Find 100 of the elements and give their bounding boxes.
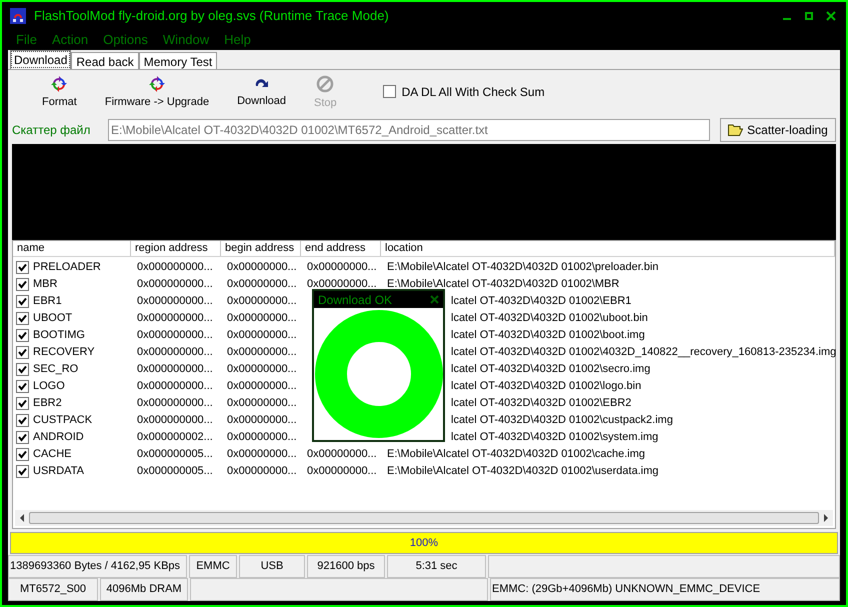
checkbox[interactable]: [16, 278, 29, 291]
column-header[interactable]: location: [381, 241, 835, 256]
column-header[interactable]: region address: [131, 241, 221, 256]
table-cell-text: 0x000000002...: [136, 430, 214, 446]
checkbox[interactable]: [16, 465, 29, 478]
table-cell-text: 0x00000000...: [226, 396, 298, 412]
menu-item[interactable]: Window: [162, 30, 210, 50]
tab[interactable]: Memory Test: [138, 52, 218, 69]
status-field: 1389693360 Bytes / 4162,95 KBps: [8, 555, 187, 578]
table-cell-text: 0x000000005...: [136, 447, 214, 462]
close-icon[interactable]: [824, 9, 838, 23]
app-icon: [10, 8, 26, 24]
table-cell-text: 0x00000000...: [226, 345, 298, 360]
window-title: FlashToolMod fly-droid.org by oleg.svs (Runtime Trace Mode): [34, 7, 390, 26]
table-cell-text: 0x00000000...: [226, 311, 298, 326]
dialog-title: Download OK: [318, 292, 392, 308]
table-cell: lcatel OT-4032D\4032D 01002\EBR1: [451, 295, 632, 308]
table-cell-text: 0x000000000...: [136, 345, 214, 360]
partition-name: USRDATA: [33, 464, 84, 480]
table-cell: lcatel OT-4032D\4032D 01002\logo.bin: [451, 380, 642, 392]
checkbox[interactable]: [16, 414, 29, 427]
table-cell-text: 0x00000000...: [306, 464, 378, 480]
status-field: MT6572_S00: [8, 578, 98, 601]
arrows-cycle-icon: [51, 76, 68, 92]
toolbar-button[interactable]: Firmware -> Upgrade: [90, 76, 224, 110]
checkbox[interactable]: [16, 397, 29, 410]
checkbox[interactable]: [16, 346, 29, 359]
status-field: USB: [239, 555, 305, 578]
table-cell: E:\Mobile\Alcatel OT-4032D\4032D 01002\preloader.bin: [387, 261, 659, 274]
table-cell-text: 0x00000000...: [226, 260, 298, 276]
table-cell-text: 0x00000000...: [306, 447, 378, 462]
partition-name: CACHE: [33, 447, 72, 462]
table-cell-text: 0x00000000...: [306, 260, 378, 276]
table-cell-text: 0x000000005...: [136, 464, 214, 480]
table-cell: E:\Mobile\Alcatel OT-4032D\4032D 01002\cache.img: [387, 448, 646, 460]
menu-item[interactable]: File: [16, 30, 37, 50]
table-cell-text: 0x00000000...: [226, 464, 298, 480]
checkbox[interactable]: [16, 329, 29, 342]
partition-name: LOGO: [33, 379, 65, 394]
tab[interactable]: Read back: [71, 52, 139, 69]
menu-item[interactable]: Action: [52, 30, 88, 50]
table-cell-text: 0x00000000...: [226, 277, 298, 292]
scatter-loading-button[interactable]: Scatter-loading: [720, 118, 836, 142]
partition-name: BOOTIMG: [33, 328, 85, 344]
table-cell: lcatel OT-4032D\4032D 01002\uboot.bin: [451, 312, 648, 324]
maximize-button[interactable]: [802, 9, 816, 23]
table-cell-text: 0x000000000...: [136, 413, 214, 428]
tab[interactable]: Download: [10, 50, 72, 69]
checkbox[interactable]: [16, 295, 29, 308]
table-cell-text: 0x00000000...: [226, 362, 298, 378]
toolbar-button[interactable]: Download: [223, 76, 300, 110]
menu-item[interactable]: Help: [224, 30, 251, 50]
table-cell-text: 0x000000000...: [136, 396, 214, 412]
table-cell-text: 0x000000000...: [136, 362, 214, 378]
checkbox[interactable]: [382, 85, 396, 98]
toolbar-button[interactable]: Format: [28, 76, 91, 110]
checkbox[interactable]: [16, 363, 29, 376]
column-header[interactable]: end address: [301, 241, 381, 256]
status-field: 4096Mb DRAM: [100, 578, 188, 601]
table-cell-text: 0x00000000...: [306, 277, 378, 292]
table-cell-text: 0x000000000...: [136, 311, 214, 326]
table-cell-text: 0x00000000...: [226, 430, 298, 446]
partition-name: PRELOADER: [33, 260, 101, 276]
partition-name: UBOOT: [33, 311, 72, 326]
table-cell-text: 0x00000000...: [226, 294, 298, 310]
status-field: EMMC: [189, 555, 237, 578]
partition-name: CUSTPACK: [33, 413, 92, 428]
scrollbar-thumb[interactable]: [29, 512, 819, 524]
column-header[interactable]: name: [13, 241, 131, 256]
menu-item[interactable]: Options: [103, 30, 148, 50]
table-cell: lcatel OT-4032D\4032D 01002\4032D_140822__recovery_160813-235234.img: [451, 346, 836, 358]
checkbox[interactable]: [16, 448, 29, 461]
arrows-cycle-icon: [148, 76, 165, 92]
checkbox[interactable]: [16, 380, 29, 393]
table-cell-text: 0x00000000...: [226, 379, 298, 394]
checkbox-label: DA DL All With Check Sum: [402, 84, 545, 100]
checkbox[interactable]: [16, 312, 29, 325]
table-cell: lcatel OT-4032D\4032D 01002\boot.img: [451, 329, 645, 342]
status-field: 921600 bps: [307, 555, 385, 578]
table-cell: E:\Mobile\Alcatel OT-4032D\4032D 01002\MBR: [387, 278, 620, 290]
table-cell: lcatel OT-4032D\4032D 01002\system.img: [451, 431, 658, 444]
partition-name: MBR: [33, 277, 58, 292]
table-cell-text: 0x000000000...: [136, 294, 214, 310]
table-cell-text: 0x000000000...: [136, 328, 214, 344]
table-cell-text: 0x00000000...: [226, 413, 298, 428]
table-cell-text: 0x00000000...: [226, 328, 298, 344]
table-cell-text: 0x000000000...: [136, 379, 214, 394]
status-field: 5:31 sec: [387, 555, 486, 578]
table-cell: lcatel OT-4032D\4032D 01002\custpack2.img: [451, 414, 673, 426]
column-header[interactable]: begin address: [221, 241, 301, 256]
partition-name: SEC_RO: [33, 362, 78, 378]
checkbox[interactable]: [16, 431, 29, 444]
folder-icon: [728, 124, 744, 136]
table-cell-text: 0x00000000...: [226, 447, 298, 462]
table-cell-text: 0x000000000...: [136, 277, 214, 292]
success-ring-icon: [314, 310, 442, 438]
checkbox[interactable]: [16, 261, 29, 274]
scatter-path-field[interactable]: E:\Mobile\Alcatel OT-4032D\4032D 01002\MT6572_Android_scatter.txt: [108, 119, 710, 141]
scatter-label: Скаттер файл: [12, 122, 92, 139]
partition-name: RECOVERY: [33, 345, 95, 360]
